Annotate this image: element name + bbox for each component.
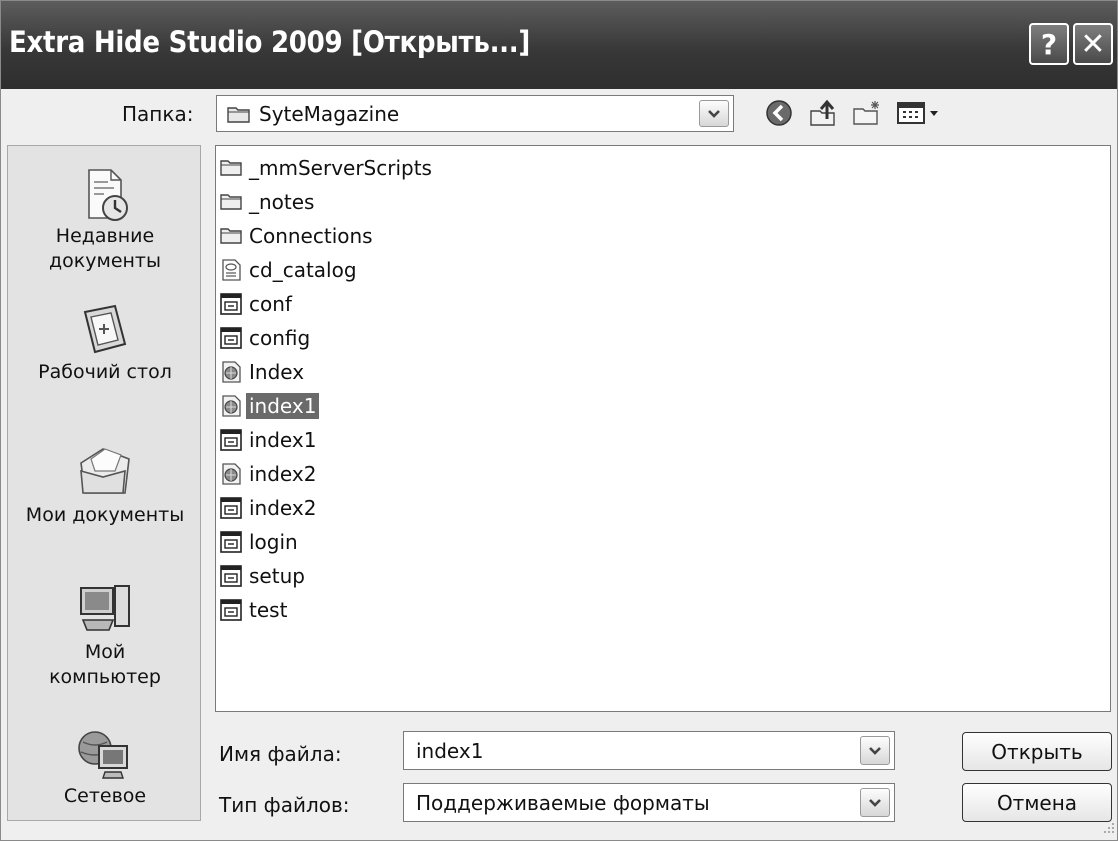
file-name: config <box>249 325 311 350</box>
lookin-label: Папка: <box>122 102 194 126</box>
my-documents-icon <box>80 448 130 494</box>
title-bar[interactable]: Extra Hide Studio 2009 [Открыть...] ? ✕ <box>1 1 1117 89</box>
file-name: index1 <box>246 392 320 419</box>
file-name: index2 <box>249 495 317 520</box>
file-item[interactable]: conf <box>220 288 295 319</box>
file-name: login <box>249 529 298 554</box>
chevron-down-icon[interactable] <box>860 736 890 765</box>
places-bar: Недавние документы Рабочий стол Мои доку… <box>7 145 201 821</box>
recent-documents-icon <box>88 169 128 221</box>
html-file-icon <box>220 326 242 349</box>
chevron-down-icon[interactable] <box>860 788 890 817</box>
file-list[interactable]: _mmServerScripts _notes Connections cd_cata… <box>215 145 1111 712</box>
place-my-computer[interactable]: Мой компьютер <box>8 580 202 690</box>
html-file-icon <box>220 598 242 621</box>
chevron-down-icon[interactable] <box>699 100 729 127</box>
folder-icon <box>220 157 242 179</box>
place-label: Мой <box>84 641 126 663</box>
filename-value: index1 <box>416 738 484 763</box>
lookin-value: SyteMagazine <box>259 101 400 126</box>
cancel-button[interactable]: Отмена <box>962 783 1112 822</box>
my-computer-icon <box>80 585 130 631</box>
folder-icon <box>227 104 251 128</box>
file-name: index2 <box>249 461 317 486</box>
file-name: Connections <box>249 223 373 248</box>
filetype-dropdown[interactable]: Поддерживаемые форматы <box>403 783 895 822</box>
back-icon[interactable] <box>763 97 795 129</box>
file-item[interactable]: test <box>220 594 290 625</box>
web-page-icon <box>220 394 242 417</box>
place-network[interactable]: Сетевое <box>8 726 202 809</box>
file-item[interactable]: config <box>220 322 313 353</box>
views-menu-icon[interactable] <box>895 97 943 129</box>
file-item[interactable]: login <box>220 526 301 557</box>
file-item[interactable]: index1 <box>220 424 319 455</box>
html-file-icon <box>220 564 242 587</box>
place-my-documents[interactable]: Мои документы <box>8 441 202 528</box>
folder-icon <box>220 191 242 213</box>
web-page-icon <box>220 462 242 485</box>
place-label: Мои документы <box>25 504 185 526</box>
file-item[interactable]: _mmServerScripts <box>220 152 435 183</box>
folder-icon <box>220 225 242 247</box>
xml-file-icon <box>220 258 242 281</box>
html-file-icon <box>220 428 242 451</box>
file-item[interactable]: Connections <box>220 220 376 251</box>
file-name: _notes <box>249 189 315 214</box>
new-folder-icon[interactable] <box>851 97 883 129</box>
file-item[interactable]: Index <box>220 356 307 387</box>
filetype-label: Тип файлов: <box>219 793 350 817</box>
desktop-icon <box>83 304 127 354</box>
place-recent-documents[interactable]: Недавние документы <box>8 164 202 274</box>
html-file-icon <box>220 530 242 553</box>
file-item[interactable]: index2 <box>220 458 319 489</box>
lookin-dropdown[interactable]: SyteMagazine <box>216 95 734 132</box>
place-label: Сетевое <box>63 785 147 807</box>
file-item[interactable]: setup <box>220 560 308 591</box>
file-name: Index <box>249 359 305 384</box>
close-button[interactable]: ✕ <box>1073 23 1113 65</box>
help-button[interactable]: ? <box>1029 23 1069 65</box>
file-name: index1 <box>249 427 317 452</box>
html-file-icon <box>220 292 242 315</box>
file-name: setup <box>249 563 305 588</box>
web-page-icon <box>220 360 242 383</box>
file-item[interactable]: index2 <box>220 492 319 523</box>
file-item[interactable]: cd_catalog <box>220 254 360 285</box>
file-name: _mmServerScripts <box>249 155 432 180</box>
file-name: cd_catalog <box>249 257 357 282</box>
network-icon <box>78 731 128 779</box>
place-label: документы <box>49 250 161 272</box>
resize-grip-icon[interactable] <box>1101 819 1115 838</box>
filename-label: Имя файла: <box>219 742 342 766</box>
up-folder-icon[interactable] <box>807 97 839 129</box>
file-item[interactable]: index1 <box>220 390 320 421</box>
place-label: Рабочий стол <box>38 361 172 383</box>
window-title: Extra Hide Studio 2009 [Открыть...] <box>9 25 531 59</box>
filetype-value: Поддерживаемые форматы <box>416 790 710 815</box>
filename-input[interactable]: index1 <box>403 731 895 770</box>
file-item[interactable]: _notes <box>220 186 317 217</box>
place-desktop[interactable]: Рабочий стол <box>8 302 202 385</box>
place-label: Недавние <box>55 225 155 247</box>
open-dialog-window: Extra Hide Studio 2009 [Открыть...] ? ✕ … <box>0 0 1118 841</box>
file-name: test <box>249 597 288 622</box>
file-name: conf <box>249 291 292 316</box>
open-button[interactable]: Открыть <box>962 732 1112 771</box>
html-file-icon <box>220 496 242 519</box>
place-label: компьютер <box>49 666 161 688</box>
